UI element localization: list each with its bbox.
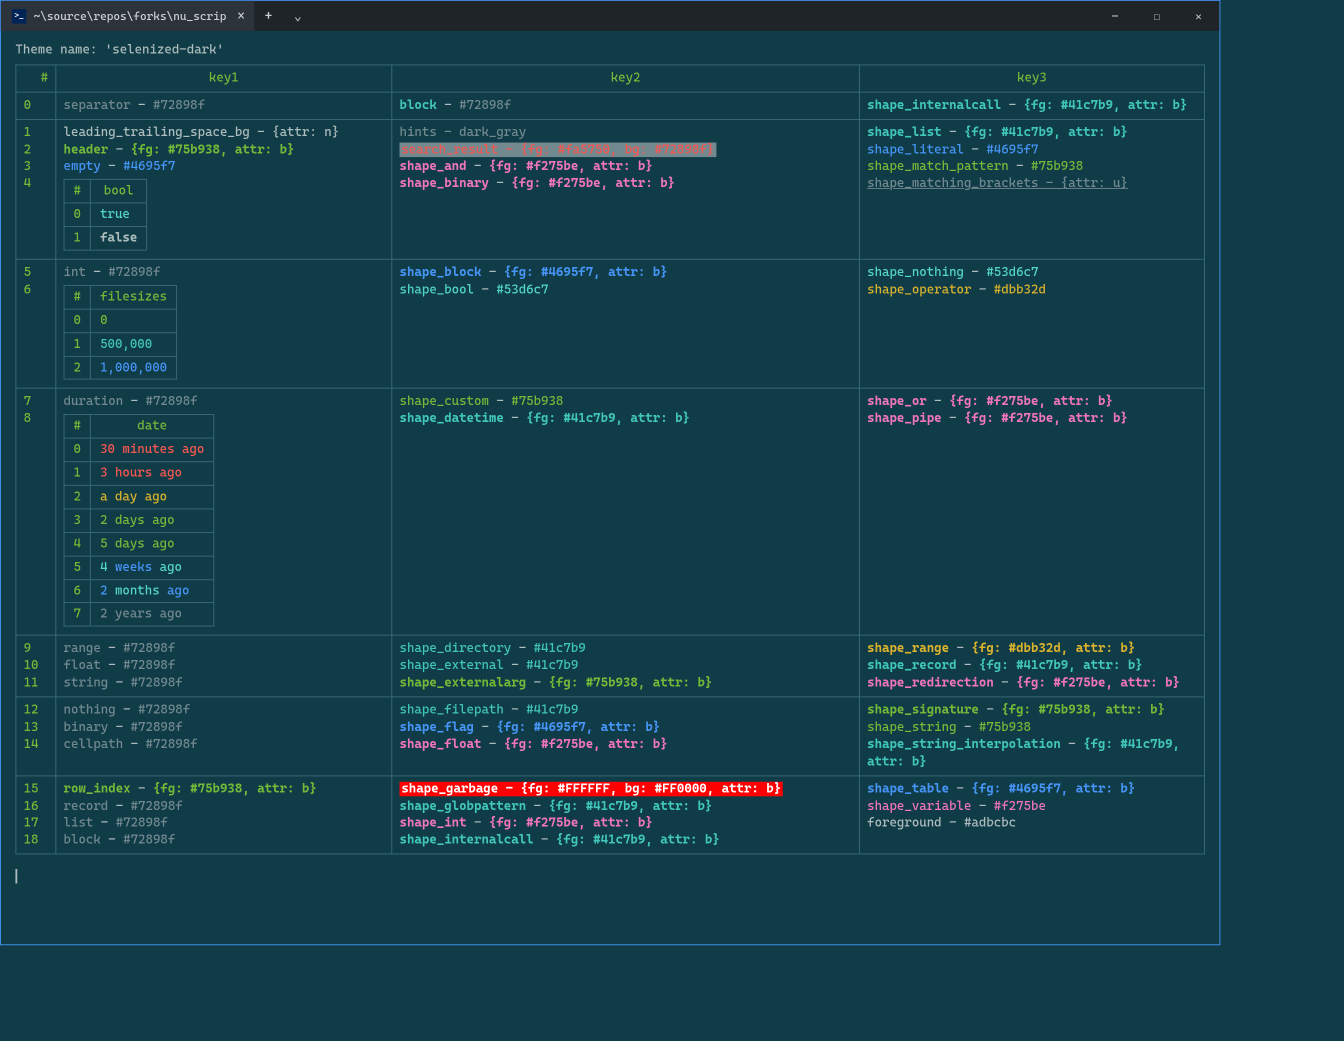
close-window-button[interactable]: ✕ <box>1178 1 1220 31</box>
nested-row: 1false <box>64 227 147 251</box>
nested-row: 32 days ago <box>64 509 214 533</box>
nested-table: #filesizes001500,00021,000,000 <box>64 285 178 380</box>
table-row: 56int - #72898f#filesizes001500,00021,00… <box>16 259 1205 388</box>
table-row: 1234leading_trailing_space_bg - {attr: n… <box>16 119 1205 259</box>
theme-label: Theme name: <box>15 43 104 58</box>
table-row: 91011range - #72898ffloat - #72898fstrin… <box>16 635 1205 696</box>
maximize-button[interactable]: ☐ <box>1136 1 1178 31</box>
nested-row: 030 minutes ago <box>64 438 214 462</box>
nested-table: #bool0true1false <box>64 179 148 250</box>
nested-row: 1500,000 <box>64 332 177 356</box>
nested-table: #date030 minutes ago13 hours ago2a day a… <box>64 414 215 626</box>
nested-row: 62 months ago <box>64 579 214 603</box>
col-header-index: # <box>16 65 56 92</box>
tab-active[interactable]: >_ ~\source\repos\forks\nu_scrip × <box>1 1 254 31</box>
nested-row: 00 <box>64 309 177 333</box>
nested-row: 0true <box>64 203 147 227</box>
powershell-icon: >_ <box>12 9 27 24</box>
window: >_ ~\source\repos\forks\nu_scrip × + ⌄ —… <box>0 0 1220 945</box>
nested-row: 2a day ago <box>64 485 214 509</box>
col-header-key3: key3 <box>859 65 1204 92</box>
terminal-output: Theme name: 'selenized-dark' # key1 key2… <box>1 31 1220 895</box>
col-header-key1: key1 <box>56 65 392 92</box>
terminal-cursor <box>15 869 17 884</box>
col-header-key2: key2 <box>392 65 860 92</box>
theme-name-line: Theme name: 'selenized-dark' <box>1 36 1220 64</box>
table-row: 121314nothing - #72898fbinary - #72898fc… <box>16 697 1205 776</box>
nested-row: 13 hours ago <box>64 462 214 486</box>
tab-dropdown-button[interactable]: ⌄ <box>283 9 312 24</box>
tab-title: ~\source\repos\forks\nu_scrip <box>34 9 227 23</box>
table-row: 78duration - #72898f#date030 minutes ago… <box>16 389 1205 636</box>
minimize-button[interactable]: — <box>1094 1 1136 31</box>
theme-table: # key1 key2 key3 0separator - #72898fblo… <box>15 64 1204 854</box>
nested-row: 21,000,000 <box>64 356 177 380</box>
nested-row: 54 weeks ago <box>64 556 214 580</box>
table-row: 0separator - #72898fblock - #72898fshape… <box>16 92 1205 119</box>
table-row: 15161718row_index - {fg: #75b938, attr: … <box>16 776 1205 855</box>
theme-name-value: 'selenized-dark' <box>105 43 224 58</box>
nested-row: 45 days ago <box>64 532 214 556</box>
tab-close-button[interactable]: × <box>234 9 245 24</box>
titlebar[interactable]: >_ ~\source\repos\forks\nu_scrip × + ⌄ —… <box>1 1 1220 31</box>
table-header-row: # key1 key2 key3 <box>16 65 1205 92</box>
nested-row: 72 years ago <box>64 603 214 627</box>
window-controls: — ☐ ✕ <box>1094 1 1219 31</box>
new-tab-button[interactable]: + <box>254 9 283 24</box>
